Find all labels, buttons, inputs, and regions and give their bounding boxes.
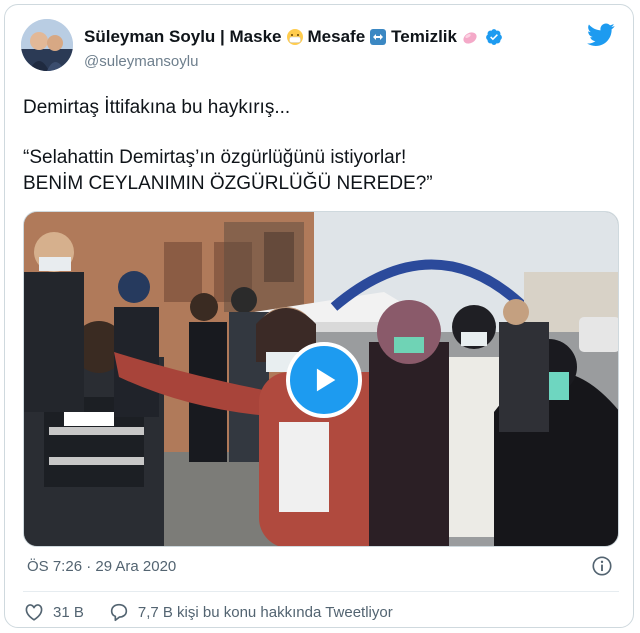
left-right-arrow-emoji-icon (370, 29, 387, 45)
tweet-card[interactable]: Süleyman Soylu | Maske Mesafe Temizlik @… (4, 4, 634, 628)
author-handle[interactable]: @suleymansoylu (84, 53, 198, 70)
info-icon[interactable] (591, 555, 613, 577)
author-name-part2[interactable]: Mesafe (308, 27, 366, 47)
play-button[interactable] (286, 342, 362, 418)
divider (23, 591, 619, 592)
mask-face-emoji-icon (286, 29, 303, 45)
video-player[interactable] (23, 211, 619, 547)
twitter-bird-icon[interactable] (587, 23, 615, 47)
comment-icon[interactable] (108, 601, 130, 623)
like-action[interactable]: 31 B (23, 601, 84, 623)
verified-badge-icon (486, 29, 502, 45)
avatar-image (21, 19, 73, 71)
like-count: 31 B (53, 603, 84, 621)
tweet-actions: 31 B 7,7 B kişi bu konu hakkında Tweetli… (23, 601, 417, 623)
tweet-quote-text: “Selahattin Demirtaş’ın özgürlüğünü isti… (23, 147, 433, 194)
soap-emoji-icon (463, 32, 477, 44)
reply-action[interactable]: 7,7 B kişi bu konu hakkında Tweetliyor (108, 601, 393, 623)
tweet-text-line: Demirtaş İttifakına bu haykırış... (23, 97, 291, 118)
tweet-text: Demirtaş İttifakına bu haykırış... “Sela… (23, 95, 623, 221)
play-icon (316, 368, 336, 392)
tweet-timestamp[interactable]: ÖS 7:26 · 29 Ara 2020 (27, 558, 176, 575)
tweeting-about-text: 7,7 B kişi bu konu hakkında Tweetliyor (137, 603, 393, 621)
author-name-row[interactable]: Süleyman Soylu | Maske Mesafe Temizlik (84, 27, 503, 47)
heart-icon[interactable] (23, 601, 45, 623)
avatar[interactable] (21, 19, 73, 71)
author-name[interactable]: Süleyman Soylu | Maske (84, 27, 282, 47)
author-name-part3[interactable]: Temizlik (391, 27, 457, 47)
